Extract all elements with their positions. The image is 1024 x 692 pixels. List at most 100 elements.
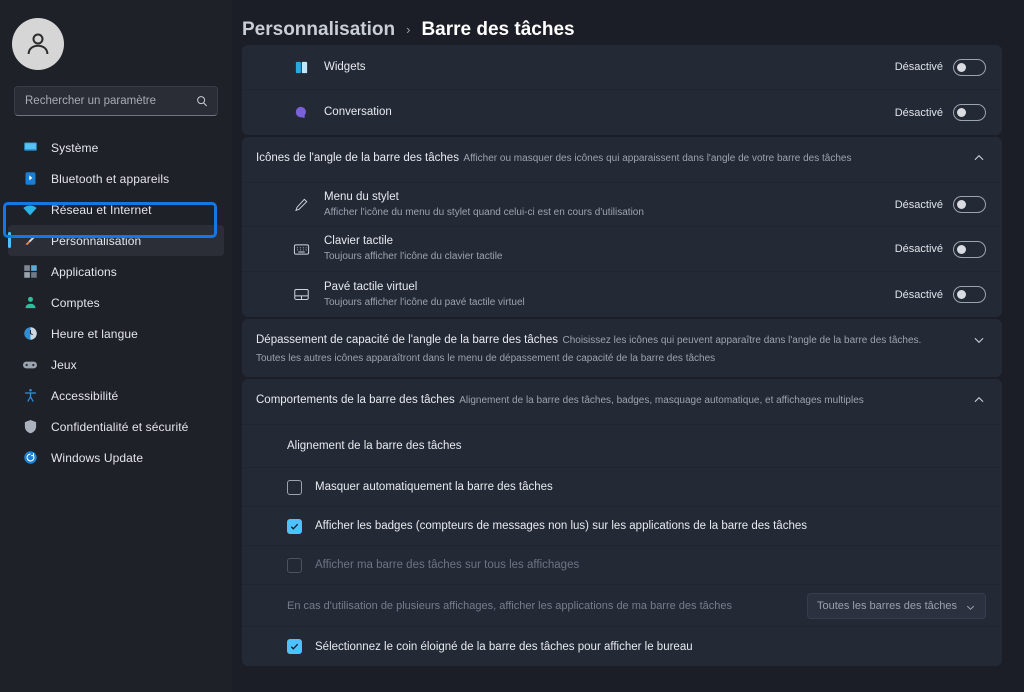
pen-menu-toggle-group[interactable]: Désactivé xyxy=(895,196,986,213)
row-pen-menu[interactable]: Menu du stylet Afficher l'icône du menu … xyxy=(242,182,1002,227)
search-box[interactable] xyxy=(14,86,218,116)
row-subtitle: Afficher l'icône du menu du stylet quand… xyxy=(324,206,644,218)
row-texts: Widgets xyxy=(324,60,895,75)
sidebar: Système Bluetooth et appareils Réseau et… xyxy=(0,0,232,692)
section-subtitle: Afficher ou masquer des icônes qui appar… xyxy=(463,153,852,164)
toggle-knob xyxy=(957,62,966,72)
row-texts: Pavé tactile virtuel Toujours afficher l… xyxy=(324,280,895,310)
sidebar-item-jeux[interactable]: Jeux xyxy=(0,349,232,380)
sidebar-nav: Système Bluetooth et appareils Réseau et… xyxy=(0,132,232,473)
sidebar-item-label: Windows Update xyxy=(51,450,144,465)
checkbox-label: Afficher ma barre des tâches sur tous le… xyxy=(315,559,580,571)
chevron-down-icon[interactable] xyxy=(972,333,986,347)
main-panel: Personnalisation › Barre des tâches Widg… xyxy=(232,0,1024,692)
breadcrumb-root[interactable]: Personnalisation xyxy=(242,19,395,41)
row-conversation[interactable]: Conversation Désactivé xyxy=(242,90,1002,135)
row-auto-hide[interactable]: Masquer automatiquement la barre des tâc… xyxy=(242,468,1002,507)
check-icon xyxy=(290,643,299,650)
pen-icon xyxy=(292,196,310,214)
pen-menu-toggle[interactable] xyxy=(953,196,986,213)
sidebar-item-windows-update[interactable]: Windows Update xyxy=(0,442,232,473)
user-avatar-icon xyxy=(27,33,49,55)
touch-keyboard-toggle-group[interactable]: Désactivé xyxy=(894,240,986,258)
row-title: Conversation xyxy=(324,106,392,118)
breadcrumb: Personnalisation › Barre des tâches xyxy=(232,0,1024,45)
shield-icon xyxy=(22,419,38,435)
wifi-icon xyxy=(22,202,38,218)
sidebar-item-label: Système xyxy=(51,140,99,155)
conversation-toggle-group[interactable]: Désactivé xyxy=(895,104,986,121)
chevron-up-icon[interactable] xyxy=(972,393,986,407)
toggle-state-label: Désactivé xyxy=(894,243,943,255)
sidebar-item-systeme[interactable]: Système xyxy=(0,132,232,163)
sidebar-item-confidentialite[interactable]: Confidentialité et sécurité xyxy=(0,411,232,442)
avatar[interactable] xyxy=(12,18,64,70)
combobox-value: Toutes les barres des tâches xyxy=(816,599,957,612)
touch-keyboard-toggle[interactable] xyxy=(953,240,986,258)
checkbox-label: Masquer automatiquement la barre des tâc… xyxy=(315,481,553,493)
far-corner-desktop-checkbox[interactable] xyxy=(287,639,302,654)
show-badges-checkbox[interactable] xyxy=(287,518,302,534)
overflow-header[interactable]: Dépassement de capacité de l'angle de la… xyxy=(242,319,1002,377)
toggle-knob xyxy=(957,200,966,209)
row-subtitle: Toujours afficher l'icône du pavé tactil… xyxy=(324,296,525,308)
sidebar-item-heure-langue[interactable]: Heure et langue xyxy=(0,318,232,349)
virtual-touchpad-toggle-group[interactable]: Désactivé xyxy=(895,286,986,303)
sidebar-item-reseau[interactable]: Réseau et Internet xyxy=(0,194,232,225)
auto-hide-checkbox[interactable] xyxy=(287,479,302,495)
multi-display-label: En cas d'utilisation de plusieurs affich… xyxy=(287,599,733,612)
conversation-toggle[interactable] xyxy=(953,104,986,121)
show-on-all-displays-checkbox xyxy=(287,557,302,573)
row-title: Menu du stylet xyxy=(324,190,399,203)
search-container xyxy=(0,70,232,116)
widgets-toggle-group[interactable]: Désactivé xyxy=(895,58,986,76)
row-widgets[interactable]: Widgets Désactivé xyxy=(242,45,1002,90)
avatar-container xyxy=(0,10,232,70)
corner-icons-card: Icônes de l'angle de la barre des tâches… xyxy=(242,137,1002,317)
accounts-icon xyxy=(22,295,38,311)
toggle-knob xyxy=(957,290,966,299)
row-touch-keyboard[interactable]: Clavier tactile Toujours afficher l'icôn… xyxy=(242,227,1002,272)
sidebar-item-personnalisation[interactable]: Personnalisation xyxy=(8,225,224,256)
toggle-state-label: Désactivé xyxy=(894,288,943,301)
toggle-state-label: Désactivé xyxy=(894,106,943,119)
search-input[interactable] xyxy=(25,95,195,107)
update-icon xyxy=(22,450,38,466)
row-title: Clavier tactile xyxy=(324,235,394,247)
overflow-card[interactable]: Dépassement de capacité de l'angle de la… xyxy=(242,319,1002,377)
sidebar-item-label: Comptes xyxy=(51,295,100,310)
row-texts: Menu du stylet Afficher l'icône du menu … xyxy=(324,190,895,220)
sidebar-item-applications[interactable]: Applications xyxy=(0,256,232,287)
breadcrumb-separator-icon: › xyxy=(406,22,411,37)
widgets-icon xyxy=(292,58,310,76)
settings-content: Widgets Désactivé Conversation Désactivé xyxy=(242,45,1002,692)
toggle-knob xyxy=(957,244,966,254)
section-texts: Icônes de l'angle de la barre des tâches… xyxy=(256,148,972,166)
virtual-touchpad-toggle[interactable] xyxy=(953,286,986,303)
row-far-corner-desktop[interactable]: Sélectionnez le coin éloigné de la barre… xyxy=(242,627,1002,666)
behaviors-header[interactable]: Comportements de la barre des tâches Ali… xyxy=(242,379,1002,424)
section-title: Comportements de la barre des tâches xyxy=(256,394,455,406)
clock-icon xyxy=(22,326,38,342)
sidebar-item-label: Personnalisation xyxy=(51,233,142,248)
touchpad-icon xyxy=(292,286,310,304)
accessibility-icon xyxy=(22,388,38,404)
sidebar-item-accessibilite[interactable]: Accessibilité xyxy=(0,380,232,411)
apps-icon xyxy=(22,264,38,280)
check-icon xyxy=(290,523,299,530)
row-virtual-touchpad[interactable]: Pavé tactile virtuel Toujours afficher l… xyxy=(242,272,1002,317)
sidebar-item-comptes[interactable]: Comptes xyxy=(0,287,232,318)
sidebar-item-bluetooth[interactable]: Bluetooth et appareils xyxy=(0,163,232,194)
sidebar-item-label: Applications xyxy=(51,264,117,279)
row-show-badges[interactable]: Afficher les badges (compteurs de messag… xyxy=(242,507,1002,546)
sidebar-item-label: Bluetooth et appareils xyxy=(51,171,170,186)
sidebar-item-label: Jeux xyxy=(51,357,77,372)
chevron-up-icon[interactable] xyxy=(972,151,986,165)
row-title: Widgets xyxy=(324,60,366,73)
sidebar-item-label: Accessibilité xyxy=(51,388,119,403)
bluetooth-icon xyxy=(22,171,38,187)
keyboard-icon xyxy=(292,240,310,258)
widgets-toggle[interactable] xyxy=(953,58,986,76)
corner-icons-header[interactable]: Icônes de l'angle de la barre des tâches… xyxy=(242,137,1002,182)
row-taskbar-alignment[interactable]: Alignement de la barre des tâches xyxy=(242,424,1002,468)
